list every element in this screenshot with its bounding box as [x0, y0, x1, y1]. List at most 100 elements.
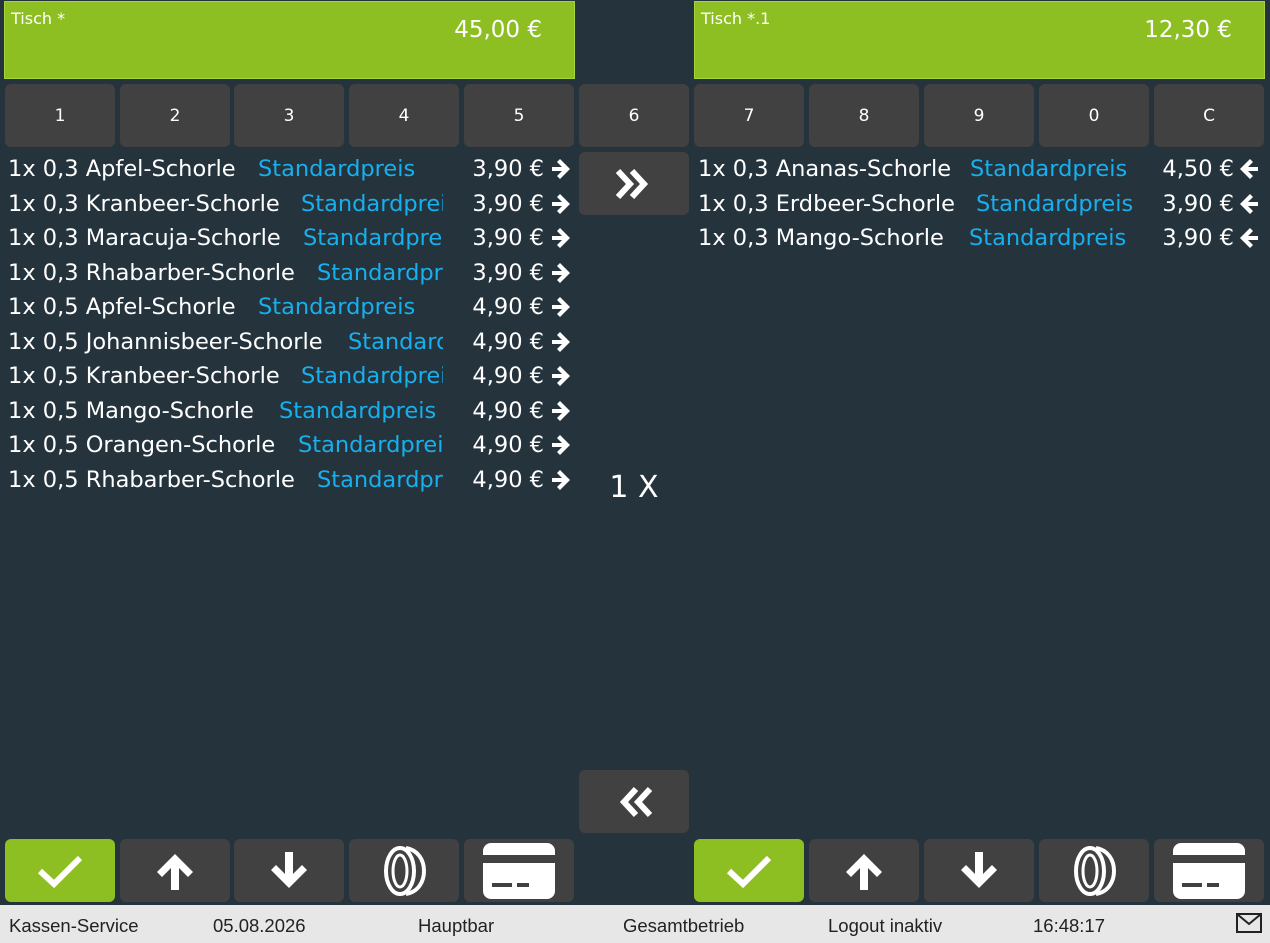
key-3[interactable]: 3 — [234, 84, 344, 147]
item-name: 1x 0,5 Orangen-Schorle — [8, 432, 276, 458]
item-price-label: Standardpreis — [301, 190, 443, 217]
item-name: 1x 0,5 Rhabarber-Schorle — [8, 466, 295, 493]
item-price-label: Standardpreis — [298, 432, 443, 458]
item-price: 4,90 € — [472, 328, 544, 355]
list-item[interactable]: 1x 0,3 Erdbeer-Schorle Standardpreis 3,9… — [698, 187, 1264, 222]
arrow-down-icon — [961, 851, 997, 888]
list-item[interactable]: 1x 0,5 Mango-Schorle Standardpreis 4,90 … — [8, 394, 574, 429]
item-name: 1x 0,5 Kranbeer-Schorle — [8, 363, 280, 389]
arrow-up-icon — [157, 853, 193, 890]
arrow-right-icon[interactable] — [548, 433, 572, 457]
list-item[interactable]: 1x 0,3 Kranbeer-Schorle Standardpreis 3,… — [8, 187, 574, 222]
left-down-button[interactable] — [234, 839, 344, 902]
list-item[interactable]: 1x 0,3 Maracuja-Schorle Standardpreis 3,… — [8, 221, 574, 256]
coin-icon — [1074, 845, 1116, 896]
item-price-label: Standardpreis — [279, 397, 437, 424]
list-item[interactable]: 1x 0,5 Rhabarber-Schorle Standardpreis 4… — [8, 463, 574, 498]
list-item[interactable]: 1x 0,3 Mango-Schorle Standardpreis 3,90 … — [698, 221, 1264, 256]
item-price: 3,90 € — [1162, 225, 1234, 251]
key-clear[interactable]: C — [1154, 84, 1264, 147]
status-date: 05.08.2026 — [213, 915, 306, 936]
item-price-label: Standardpreis — [969, 225, 1127, 251]
status-location: Hauptbar — [418, 915, 495, 936]
key-2[interactable]: 2 — [120, 84, 230, 147]
item-name: 1x 0,3 Mango-Schorle — [698, 225, 944, 251]
right-confirm-button[interactable] — [694, 839, 804, 902]
list-item[interactable]: 1x 0,5 Johannisbeer-Schorle Standardprei… — [8, 325, 574, 360]
right-down-button[interactable] — [924, 839, 1034, 902]
item-price-label: Standardpreis — [317, 259, 443, 286]
double-chevron-left-icon — [619, 786, 653, 817]
status-logout[interactable]: Logout inaktiv — [828, 915, 942, 937]
item-name: 1x 0,3 Apfel-Schorle — [8, 156, 236, 182]
key-0[interactable]: 0 — [1039, 84, 1149, 147]
key-4[interactable]: 4 — [349, 84, 459, 147]
arrow-right-icon[interactable] — [548, 330, 572, 354]
left-item-list: 1x 0,3 Apfel-Schorle Standardpreis 3,90 … — [8, 152, 574, 502]
list-item[interactable]: 1x 0,5 Orangen-Schorle Standardpreis 4,9… — [8, 428, 574, 463]
right-up-button[interactable] — [809, 839, 919, 902]
arrow-up-icon — [846, 853, 882, 890]
item-name: 1x 0,3 Erdbeer-Schorle — [698, 190, 955, 217]
checkmark-icon — [726, 855, 772, 888]
key-1[interactable]: 1 — [5, 84, 115, 147]
list-item[interactable]: 1x 0,5 Apfel-Schorle Standardpreis 4,90 … — [8, 290, 574, 325]
item-price: 4,90 € — [472, 363, 544, 389]
item-name: 1x 0,5 Johannisbeer-Schorle — [8, 328, 323, 355]
left-up-button[interactable] — [120, 839, 230, 902]
key-8[interactable]: 8 — [809, 84, 919, 147]
arrow-left-icon[interactable] — [1238, 226, 1262, 250]
list-item[interactable]: 1x 0,5 Kranbeer-Schorle Standardpreis 4,… — [8, 359, 574, 394]
left-cash-button[interactable] — [349, 839, 459, 902]
arrow-right-icon[interactable] — [548, 261, 572, 285]
item-price-label: Standardpreis — [970, 156, 1128, 182]
move-all-left-button[interactable] — [579, 770, 689, 833]
item-price: 4,90 € — [472, 432, 544, 458]
left-confirm-button[interactable] — [5, 839, 115, 902]
arrow-right-icon[interactable] — [548, 157, 572, 181]
item-name: 1x 0,5 Apfel-Schorle — [8, 294, 236, 320]
item-price: 4,50 € — [1162, 156, 1234, 182]
status-user: Kassen-Service — [9, 915, 139, 936]
item-name: 1x 0,3 Maracuja-Schorle — [8, 225, 281, 251]
list-item[interactable]: 1x 0,3 Rhabarber-Schorle Standardpreis 3… — [8, 256, 574, 291]
list-item[interactable]: 1x 0,3 Apfel-Schorle Standardpreis 3,90 … — [8, 152, 574, 187]
item-price: 3,90 € — [472, 225, 544, 251]
status-time: 16:48:17 — [1033, 915, 1106, 936]
item-price-label: Standardpreis — [301, 363, 443, 389]
double-chevron-right-icon — [615, 168, 649, 199]
item-price: 4,90 € — [472, 397, 544, 424]
arrow-right-icon[interactable] — [548, 399, 572, 423]
item-name: 1x 0,3 Rhabarber-Schorle — [8, 259, 295, 286]
arrow-right-icon[interactable] — [548, 192, 572, 216]
item-price-label: Standardpreis — [348, 328, 443, 355]
list-item[interactable]: 1x 0,3 Ananas-Schorle Standardpreis 4,50… — [698, 152, 1264, 187]
arrow-right-icon[interactable] — [548, 226, 572, 250]
right-cash-button[interactable] — [1039, 839, 1149, 902]
arrow-right-icon[interactable] — [548, 364, 572, 388]
key-7[interactable]: 7 — [694, 84, 804, 147]
checkmark-icon — [37, 855, 83, 888]
arrow-right-icon[interactable] — [548, 295, 572, 319]
arrow-right-icon[interactable] — [548, 468, 572, 492]
item-price: 4,90 € — [472, 466, 544, 493]
item-price-label: Standardpreis — [258, 294, 416, 320]
move-all-right-button[interactable] — [579, 152, 689, 215]
arrow-left-icon[interactable] — [1238, 157, 1262, 181]
right-table-total: 12,30 € — [1144, 17, 1232, 43]
left-table-total: 45,00 € — [454, 17, 542, 43]
arrow-left-icon[interactable] — [1238, 192, 1262, 216]
key-5[interactable]: 5 — [464, 84, 574, 147]
item-price-label: Standardpreis — [976, 190, 1134, 217]
right-table-header: Tisch *.1 12,30 € — [694, 1, 1265, 79]
mail-icon[interactable] — [1236, 913, 1262, 933]
coin-icon — [384, 845, 426, 896]
key-9[interactable]: 9 — [924, 84, 1034, 147]
item-price: 3,90 € — [472, 190, 544, 217]
credit-card-icon — [483, 842, 555, 899]
left-card-button[interactable] — [464, 839, 574, 902]
status-mode: Gesamtbetrieb — [623, 915, 745, 936]
key-6[interactable]: 6 — [579, 84, 689, 147]
item-price-label: Standardpreis — [303, 225, 443, 251]
right-card-button[interactable] — [1154, 839, 1264, 902]
